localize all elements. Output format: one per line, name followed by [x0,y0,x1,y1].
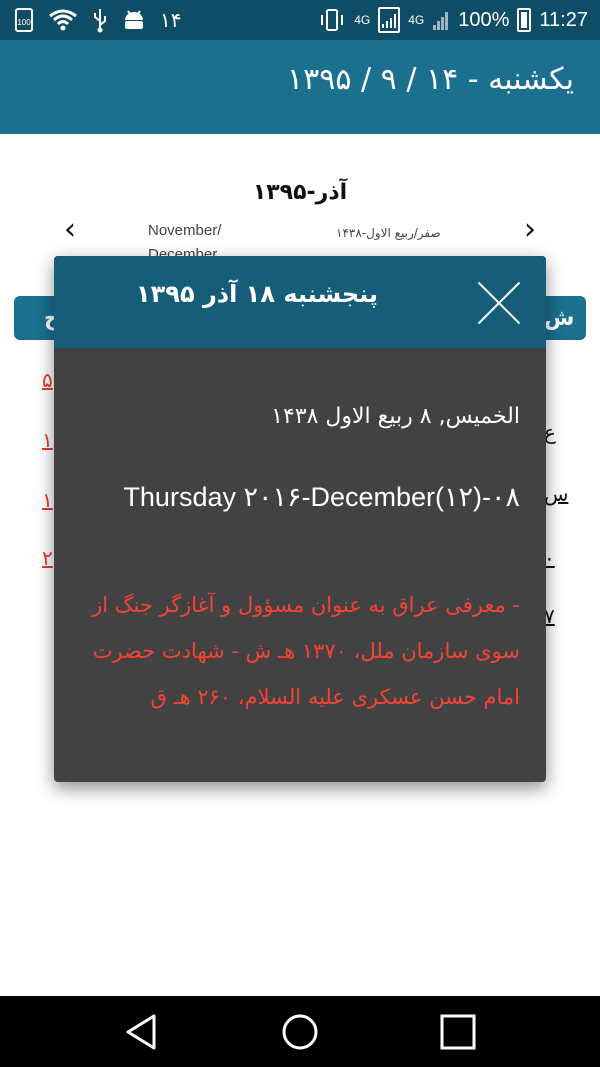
day-cell[interactable]: ۱ [42,428,53,452]
day-details-dialog: پنجشنبه ۱۸ آذر ۱۳۹۵ الخمیس, ۸ ربیع الاول… [54,256,546,782]
storage-100-icon: 100 [14,8,34,32]
battery-percent: 100% [458,8,510,31]
dialog-title: پنجشنبه ۱۸ آذر ۱۳۹۵ [136,280,378,308]
status-bar: 100 ۱۴ 4G 4G 100% 11:27 [0,0,600,40]
svg-text:100: 100 [17,18,31,27]
signal-sim2-icon [432,8,450,32]
hijri-months: صفر/ربیع الاول-۱۴۳۸ [336,226,441,240]
clock: 11:27 [539,8,588,31]
chevron-left-icon[interactable]: ‹ [64,212,76,247]
usb-icon [92,7,108,33]
hijri-date: الخمیس, ۸ ربیع الاول ۱۴۳۸ [271,404,520,429]
events-text: - معرفی عراق به عنوان مسؤول و آغازگر جنگ… [92,593,520,709]
sim2-network-type: 4G [408,13,425,27]
close-icon[interactable] [476,280,522,326]
gregorian-months: November/ [148,222,222,239]
month-title: آذر-۱۳۹۵ [252,180,348,205]
day-cell[interactable]: س [544,482,568,506]
wifi-icon [48,8,78,32]
app-bar: یکشنبه - ۱۴ / ۹ / ۱۳۹۵ [0,40,600,134]
android-icon [122,8,146,32]
weekday-label-right: ش [544,306,575,331]
page-title: یکشنبه - ۱۴ / ۹ / ۱۳۹۵ [287,62,574,97]
day-cell[interactable]: ۲ [42,546,53,570]
status-left-icons: 100 ۱۴ [14,6,181,34]
status-left-text: ۱۴ [160,9,182,32]
signal-icon [378,7,401,33]
gregorian-date: Thursday ۲۰۱۶-December(۱۲)-۰۸ [123,482,520,512]
recents-icon[interactable] [436,1010,480,1054]
navigation-bar [0,996,600,1067]
battery-charging-icon [517,8,532,32]
network-type: 4G [354,13,371,27]
day-cell[interactable]: ۱ [42,488,53,512]
home-icon[interactable] [278,1010,322,1054]
status-right-icons: 4G 4G 100% 11:27 [318,6,588,34]
chevron-right-icon[interactable]: › [524,212,536,247]
back-icon[interactable] [120,1010,164,1054]
vibrate-icon [318,8,346,32]
day-cell[interactable]: ۵ [42,368,53,392]
dialog-header: پنجشنبه ۱۸ آذر ۱۳۹۵ [54,256,546,348]
